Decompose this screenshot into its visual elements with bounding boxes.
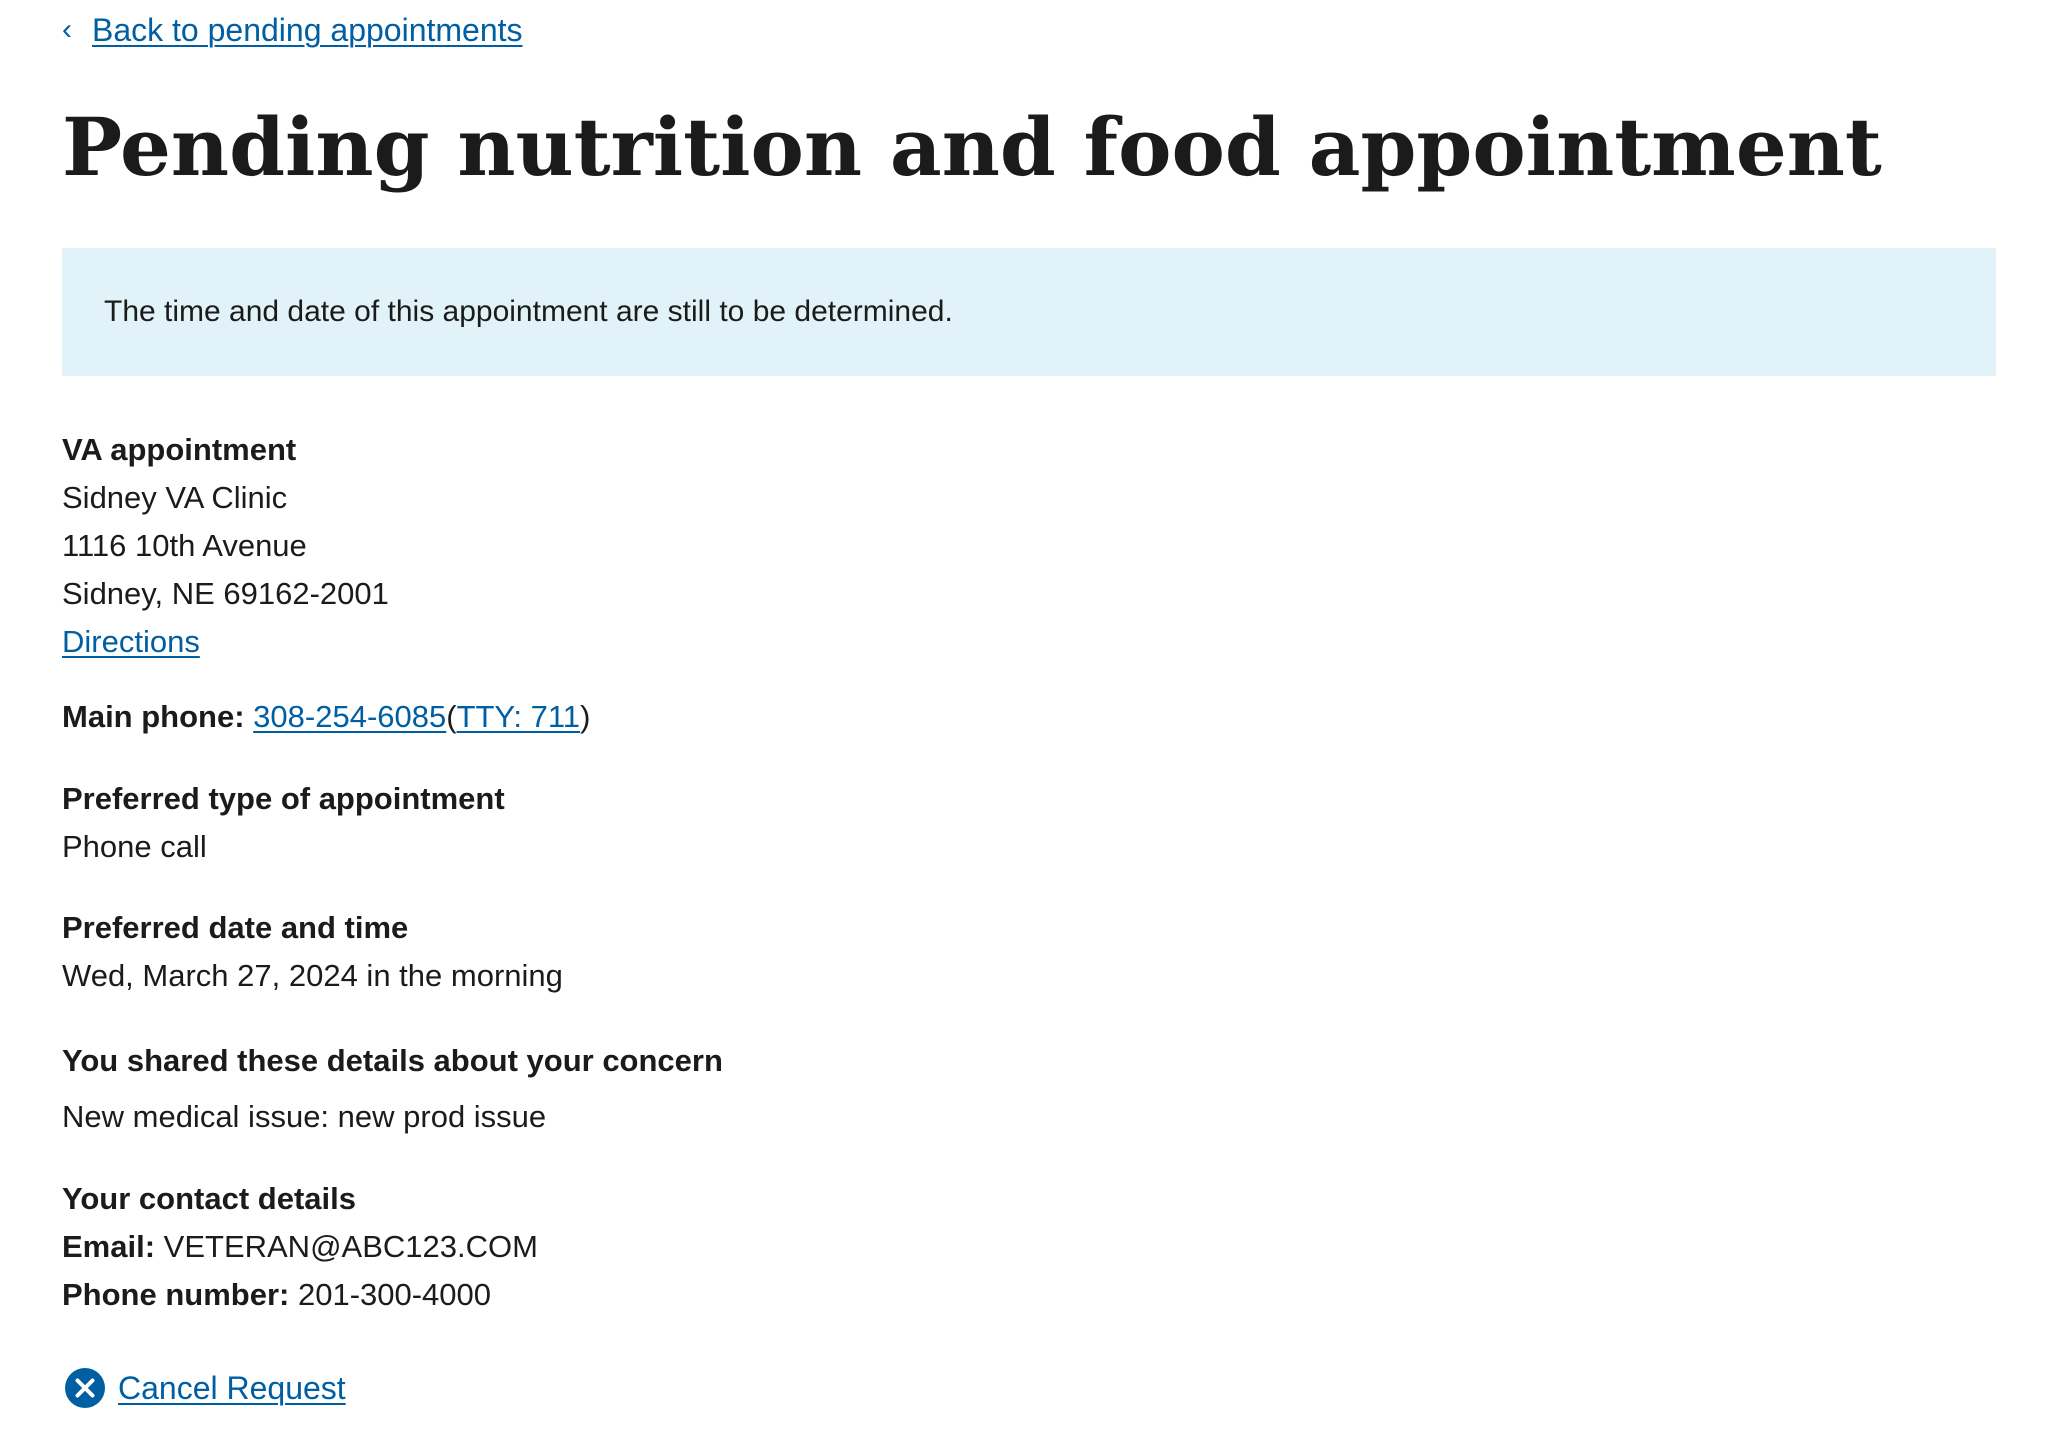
- tty-link[interactable]: TTY: 711: [457, 699, 581, 734]
- page-title: Pending nutrition and food appointment: [62, 100, 1882, 194]
- contact-section: Your contact details Email: VETERAN@ABC1…: [62, 1175, 538, 1319]
- concern-value: New medical issue: new prod issue: [62, 1099, 547, 1134]
- contact-heading: Your contact details: [62, 1181, 356, 1216]
- email-label: Email:: [62, 1229, 156, 1264]
- main-phone-label: Main phone:: [62, 699, 245, 734]
- main-phone-link[interactable]: 308-254-6085: [253, 699, 446, 734]
- location-heading: VA appointment: [62, 432, 297, 467]
- preferred-datetime-heading: Preferred date and time: [62, 910, 409, 945]
- chevron-left-icon: ‹: [62, 13, 72, 46]
- preferred-type-section: Preferred type of appointment Phone call: [62, 775, 505, 871]
- phone-number-label: Phone number:: [62, 1277, 290, 1312]
- cancel-circle-icon[interactable]: [64, 1367, 106, 1409]
- concern-heading: You shared these details about your conc…: [62, 1043, 723, 1078]
- main-phone-section: Main phone: 308-254-6085(TTY: 711): [62, 693, 590, 741]
- preferred-type-heading: Preferred type of appointment: [62, 781, 505, 816]
- directions-link[interactable]: Directions: [62, 618, 200, 666]
- back-to-pending-link[interactable]: Back to pending appointments: [92, 8, 523, 52]
- facility-city-state-zip: Sidney, NE 69162-2001: [62, 576, 389, 611]
- contact-email-line: Email: VETERAN@ABC123.COM: [62, 1223, 538, 1271]
- concern-section: You shared these details about your conc…: [62, 1037, 723, 1141]
- contact-phone-line: Phone number: 201-300-4000: [62, 1271, 538, 1319]
- phone-number-value: 201-300-4000: [297, 1277, 492, 1312]
- preferred-datetime-value: Wed, March 27, 2024 in the morning: [62, 958, 563, 993]
- preferred-type-value: Phone call: [62, 829, 207, 864]
- facility-name: Sidney VA Clinic: [62, 480, 288, 515]
- back-navigation[interactable]: ‹ Back to pending appointments: [62, 8, 523, 52]
- cancel-request-link[interactable]: Cancel Request: [118, 1366, 346, 1410]
- location-section: VA appointment Sidney VA Clinic 1116 10t…: [62, 426, 389, 666]
- info-alert: The time and date of this appointment ar…: [62, 248, 1996, 376]
- close-paren: ): [580, 699, 591, 734]
- alert-message: The time and date of this appointment ar…: [104, 295, 953, 328]
- cancel-request-action[interactable]: Cancel Request: [64, 1366, 346, 1410]
- open-paren: (: [446, 699, 457, 734]
- preferred-datetime-section: Preferred date and time Wed, March 27, 2…: [62, 904, 563, 1000]
- email-value: VETERAN@ABC123.COM: [163, 1229, 538, 1264]
- facility-street: 1116 10th Avenue: [62, 528, 307, 563]
